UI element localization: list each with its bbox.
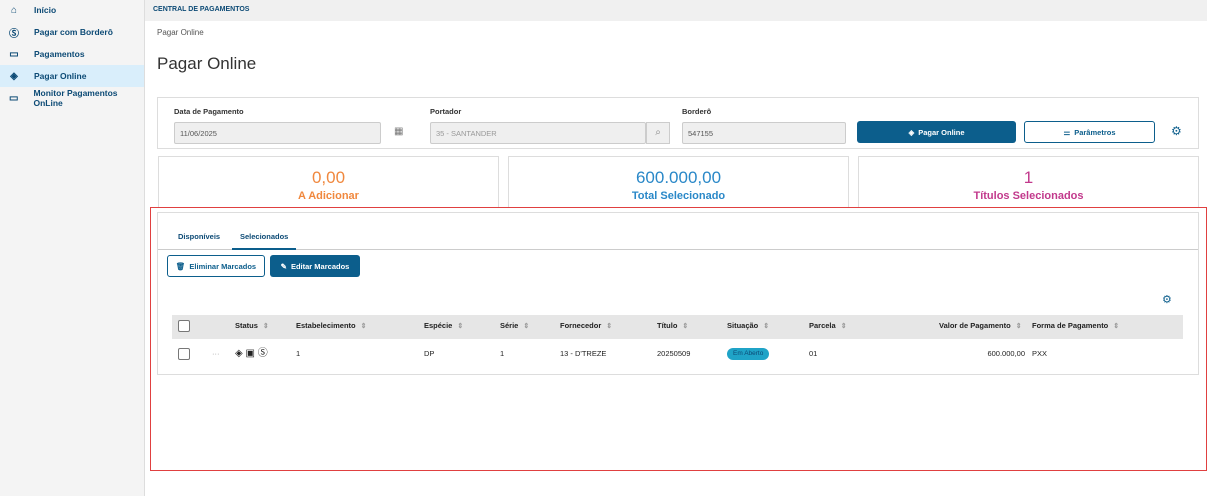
dollar-circle-icon: Ⓢ: [9, 28, 19, 40]
col-situacao[interactable]: Situação ⇕: [727, 315, 769, 337]
sort-icon: ⇕: [262, 323, 269, 330]
summary-value: 0,00: [311, 168, 346, 187]
summary-label: Total Selecionado: [631, 190, 726, 202]
col-forma[interactable]: Forma de Pagamento ⇕: [1032, 315, 1119, 337]
table-row[interactable]: ··· ◈ ▣ Ⓢ 1 DP 1 13 - D'TREZE 20250509 E…: [172, 339, 1183, 369]
parametros-button[interactable]: ⚌ Parâmetros: [1024, 121, 1155, 143]
cell-parcela: 01: [809, 349, 818, 358]
data-pagamento-label: Data de Pagamento: [174, 107, 244, 116]
sort-icon: ⇕: [1015, 323, 1022, 330]
header-title: CENTRAL DE PAGAMENTOS: [145, 0, 1207, 21]
col-especie[interactable]: Espécie ⇕: [424, 315, 463, 337]
sidebar-item-pagamentos[interactable]: ▭ Pagamentos: [0, 43, 144, 65]
summary-value: 600.000,00: [635, 168, 722, 187]
pagar-online-icon: ◈: [235, 348, 243, 359]
portador-input[interactable]: 35 - SANTANDER: [430, 122, 646, 144]
cell-forma: PXX: [1032, 349, 1048, 358]
wallet-icon: ▭: [9, 48, 19, 60]
tabs-panel: Disponíveis Selecionados 🗑 Eliminar Marca…: [157, 212, 1199, 375]
cell-titulo: 20250509: [657, 349, 691, 358]
sort-icon: ⇕: [523, 323, 530, 330]
col-valor[interactable]: Valor de Pagamento ⇕: [939, 315, 1022, 337]
sort-icon: ⇕: [840, 323, 847, 330]
bordero-input[interactable]: 547155: [682, 122, 846, 144]
data-pagamento-input[interactable]: 11/06/2025: [174, 122, 381, 144]
page-title: Pagar Online: [157, 54, 257, 73]
row-checkbox[interactable]: [178, 348, 190, 360]
monitor-icon: ▭: [9, 92, 19, 104]
tab-disponiveis[interactable]: Disponíveis: [178, 232, 220, 241]
sort-icon: ⇕: [682, 323, 689, 330]
cell-especie: DP: [424, 349, 435, 358]
summary-total-selecionado: 600.000,00 Total Selecionado: [508, 156, 849, 208]
sidebar-item-pagar-online[interactable]: ◈ Pagar Online: [0, 65, 144, 87]
sort-icon: ⇕: [606, 323, 613, 330]
sort-icon: ⇕: [1113, 323, 1120, 330]
trash-icon: 🗑: [175, 261, 186, 271]
summary-a-adicionar: 0,00 A Adicionar: [158, 156, 499, 208]
editar-marcados-button[interactable]: ✎ Editar Marcados: [270, 255, 360, 277]
diamond-arrows-icon: ◈: [908, 127, 915, 137]
tab-divider: [158, 249, 1198, 250]
table-settings-gear-icon[interactable]: ⚙: [1162, 293, 1172, 306]
sort-icon: ⇕: [457, 323, 464, 330]
diamond-arrows-icon: ◈: [10, 70, 18, 82]
sidebar: ⌂ Início Ⓢ Pagar com Borderô ▭ Pagamentos ◈…: [0, 0, 145, 496]
pencil-icon: ✎: [280, 261, 287, 271]
sidebar-item-monitor[interactable]: ▭ Monitor Pagamentos OnLine: [0, 87, 144, 109]
col-status[interactable]: Status ⇕: [235, 315, 269, 337]
eliminar-marcados-button[interactable]: 🗑 Eliminar Marcados: [167, 255, 265, 277]
portador-label: Portador: [430, 107, 462, 116]
col-parcela[interactable]: Parcela ⇕: [809, 315, 847, 337]
summary-titulos-selecionados: 1 Títulos Selecionados: [858, 156, 1199, 208]
pagar-online-button[interactable]: ◈ Pagar Online: [857, 121, 1016, 143]
tab-selecionados[interactable]: Selecionados: [232, 226, 297, 250]
sidebar-item-inicio[interactable]: ⌂ Início: [0, 0, 144, 21]
calendar-icon[interactable]: ▦: [394, 126, 403, 137]
col-titulo[interactable]: Título ⇕: [657, 315, 688, 337]
status-badge: Em Aberto: [727, 348, 770, 360]
table-header: Status ⇕ Estabelecimento ⇕ Espécie ⇕ Série ⇕…: [172, 315, 1183, 339]
search-icon[interactable]: ⌕: [646, 122, 670, 144]
cell-serie: 1: [500, 349, 505, 358]
summary-value: 1: [1023, 168, 1034, 187]
sort-icon: ⇕: [360, 323, 367, 330]
home-icon: ⌂: [10, 4, 18, 16]
cash-icon: ▣: [245, 348, 255, 359]
col-estabelecimento[interactable]: Estabelecimento ⇕: [296, 315, 366, 337]
row-more-icon[interactable]: ···: [212, 339, 220, 369]
cell-estabelecimento: 1: [296, 349, 301, 358]
bordero-label: Borderô: [682, 107, 712, 116]
sliders-icon: ⚌: [1063, 127, 1071, 137]
gear-icon[interactable]: ⚙: [1171, 124, 1182, 138]
cell-valor: 600.000,00: [987, 349, 1025, 358]
dollar-circle-icon: Ⓢ: [257, 348, 268, 359]
status-icons: ◈ ▣ Ⓢ: [235, 339, 268, 369]
col-serie[interactable]: Série ⇕: [500, 315, 529, 337]
breadcrumb[interactable]: Pagar Online: [157, 28, 204, 37]
summary-label: Títulos Selecionados: [973, 190, 1084, 202]
cell-fornecedor: 13 - D'TREZE: [560, 349, 607, 358]
select-all-checkbox[interactable]: [178, 320, 190, 332]
filter-panel: Data de Pagamento 11/06/2025 ▦ Portador …: [157, 97, 1199, 149]
sidebar-item-pagar-com-bordero[interactable]: Ⓢ Pagar com Borderô: [0, 21, 144, 43]
col-fornecedor[interactable]: Fornecedor ⇕: [560, 315, 612, 337]
summary-label: A Adicionar: [298, 190, 359, 202]
sort-icon: ⇕: [763, 323, 770, 330]
